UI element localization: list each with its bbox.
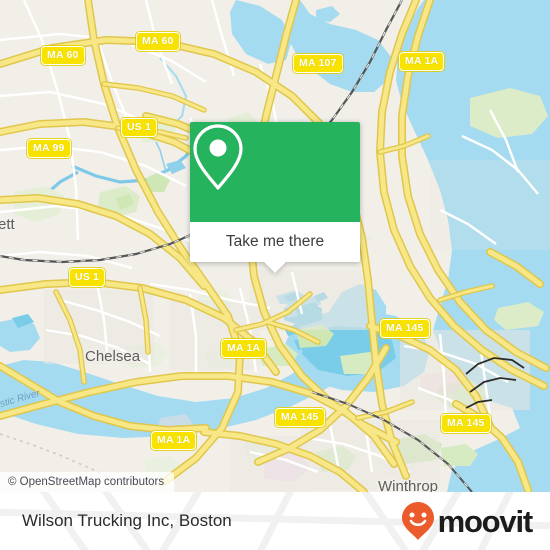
- place-label-everett: ett: [0, 216, 15, 233]
- road-shield-us1-a[interactable]: US 1: [121, 118, 158, 137]
- road-shield-ma145-c[interactable]: MA 145: [441, 414, 491, 433]
- page-title: Wilson Trucking Inc, Boston: [22, 511, 232, 530]
- moovit-pin-smile-icon: [401, 502, 434, 540]
- osm-attribution-text: © OpenStreetMap contributors: [8, 476, 165, 488]
- place-label-chelsea: Chelsea: [85, 348, 141, 365]
- road-shield-ma99[interactable]: MA 99: [27, 139, 71, 158]
- osm-attribution[interactable]: © OpenStreetMap contributors: [0, 472, 175, 492]
- popup-header: [190, 122, 360, 222]
- road-shield-ma145-a[interactable]: MA 145: [380, 319, 430, 338]
- take-me-there-label: Take me there: [225, 233, 325, 250]
- map-pin-icon: [193, 124, 243, 190]
- map-canvas[interactable]: MA 60 MA 60 MA 107 MA 1A US 1 MA 99 US 1…: [0, 0, 550, 492]
- road-shield-ma60-a[interactable]: MA 60: [136, 32, 180, 51]
- map-screenshot: MA 60 MA 60 MA 107 MA 1A US 1 MA 99 US 1…: [0, 0, 550, 550]
- road-shield-us1-b[interactable]: US 1: [69, 268, 106, 287]
- popup-body: Take me there: [190, 122, 360, 262]
- road-shield-ma1a-b[interactable]: MA 1A: [221, 339, 267, 358]
- road-shield-ma60-b[interactable]: MA 60: [41, 46, 85, 65]
- road-shield-ma1a-a[interactable]: MA 1A: [399, 52, 445, 71]
- road-shield-ma1a-c[interactable]: MA 1A: [151, 431, 197, 450]
- popup-tail: [264, 262, 286, 273]
- moovit-logo[interactable]: moovit: [401, 501, 534, 541]
- footer-bar: Wilson Trucking Inc, Boston moovit: [0, 492, 550, 550]
- road-shield-ma145-b[interactable]: MA 145: [275, 408, 325, 427]
- location-popup[interactable]: Take me there: [190, 122, 360, 273]
- take-me-there-button[interactable]: Take me there: [190, 222, 360, 262]
- road-shield-ma107[interactable]: MA 107: [293, 54, 343, 73]
- moovit-wordmark: moovit: [437, 503, 534, 539]
- place-label-winthrop: Winthrop: [378, 478, 439, 492]
